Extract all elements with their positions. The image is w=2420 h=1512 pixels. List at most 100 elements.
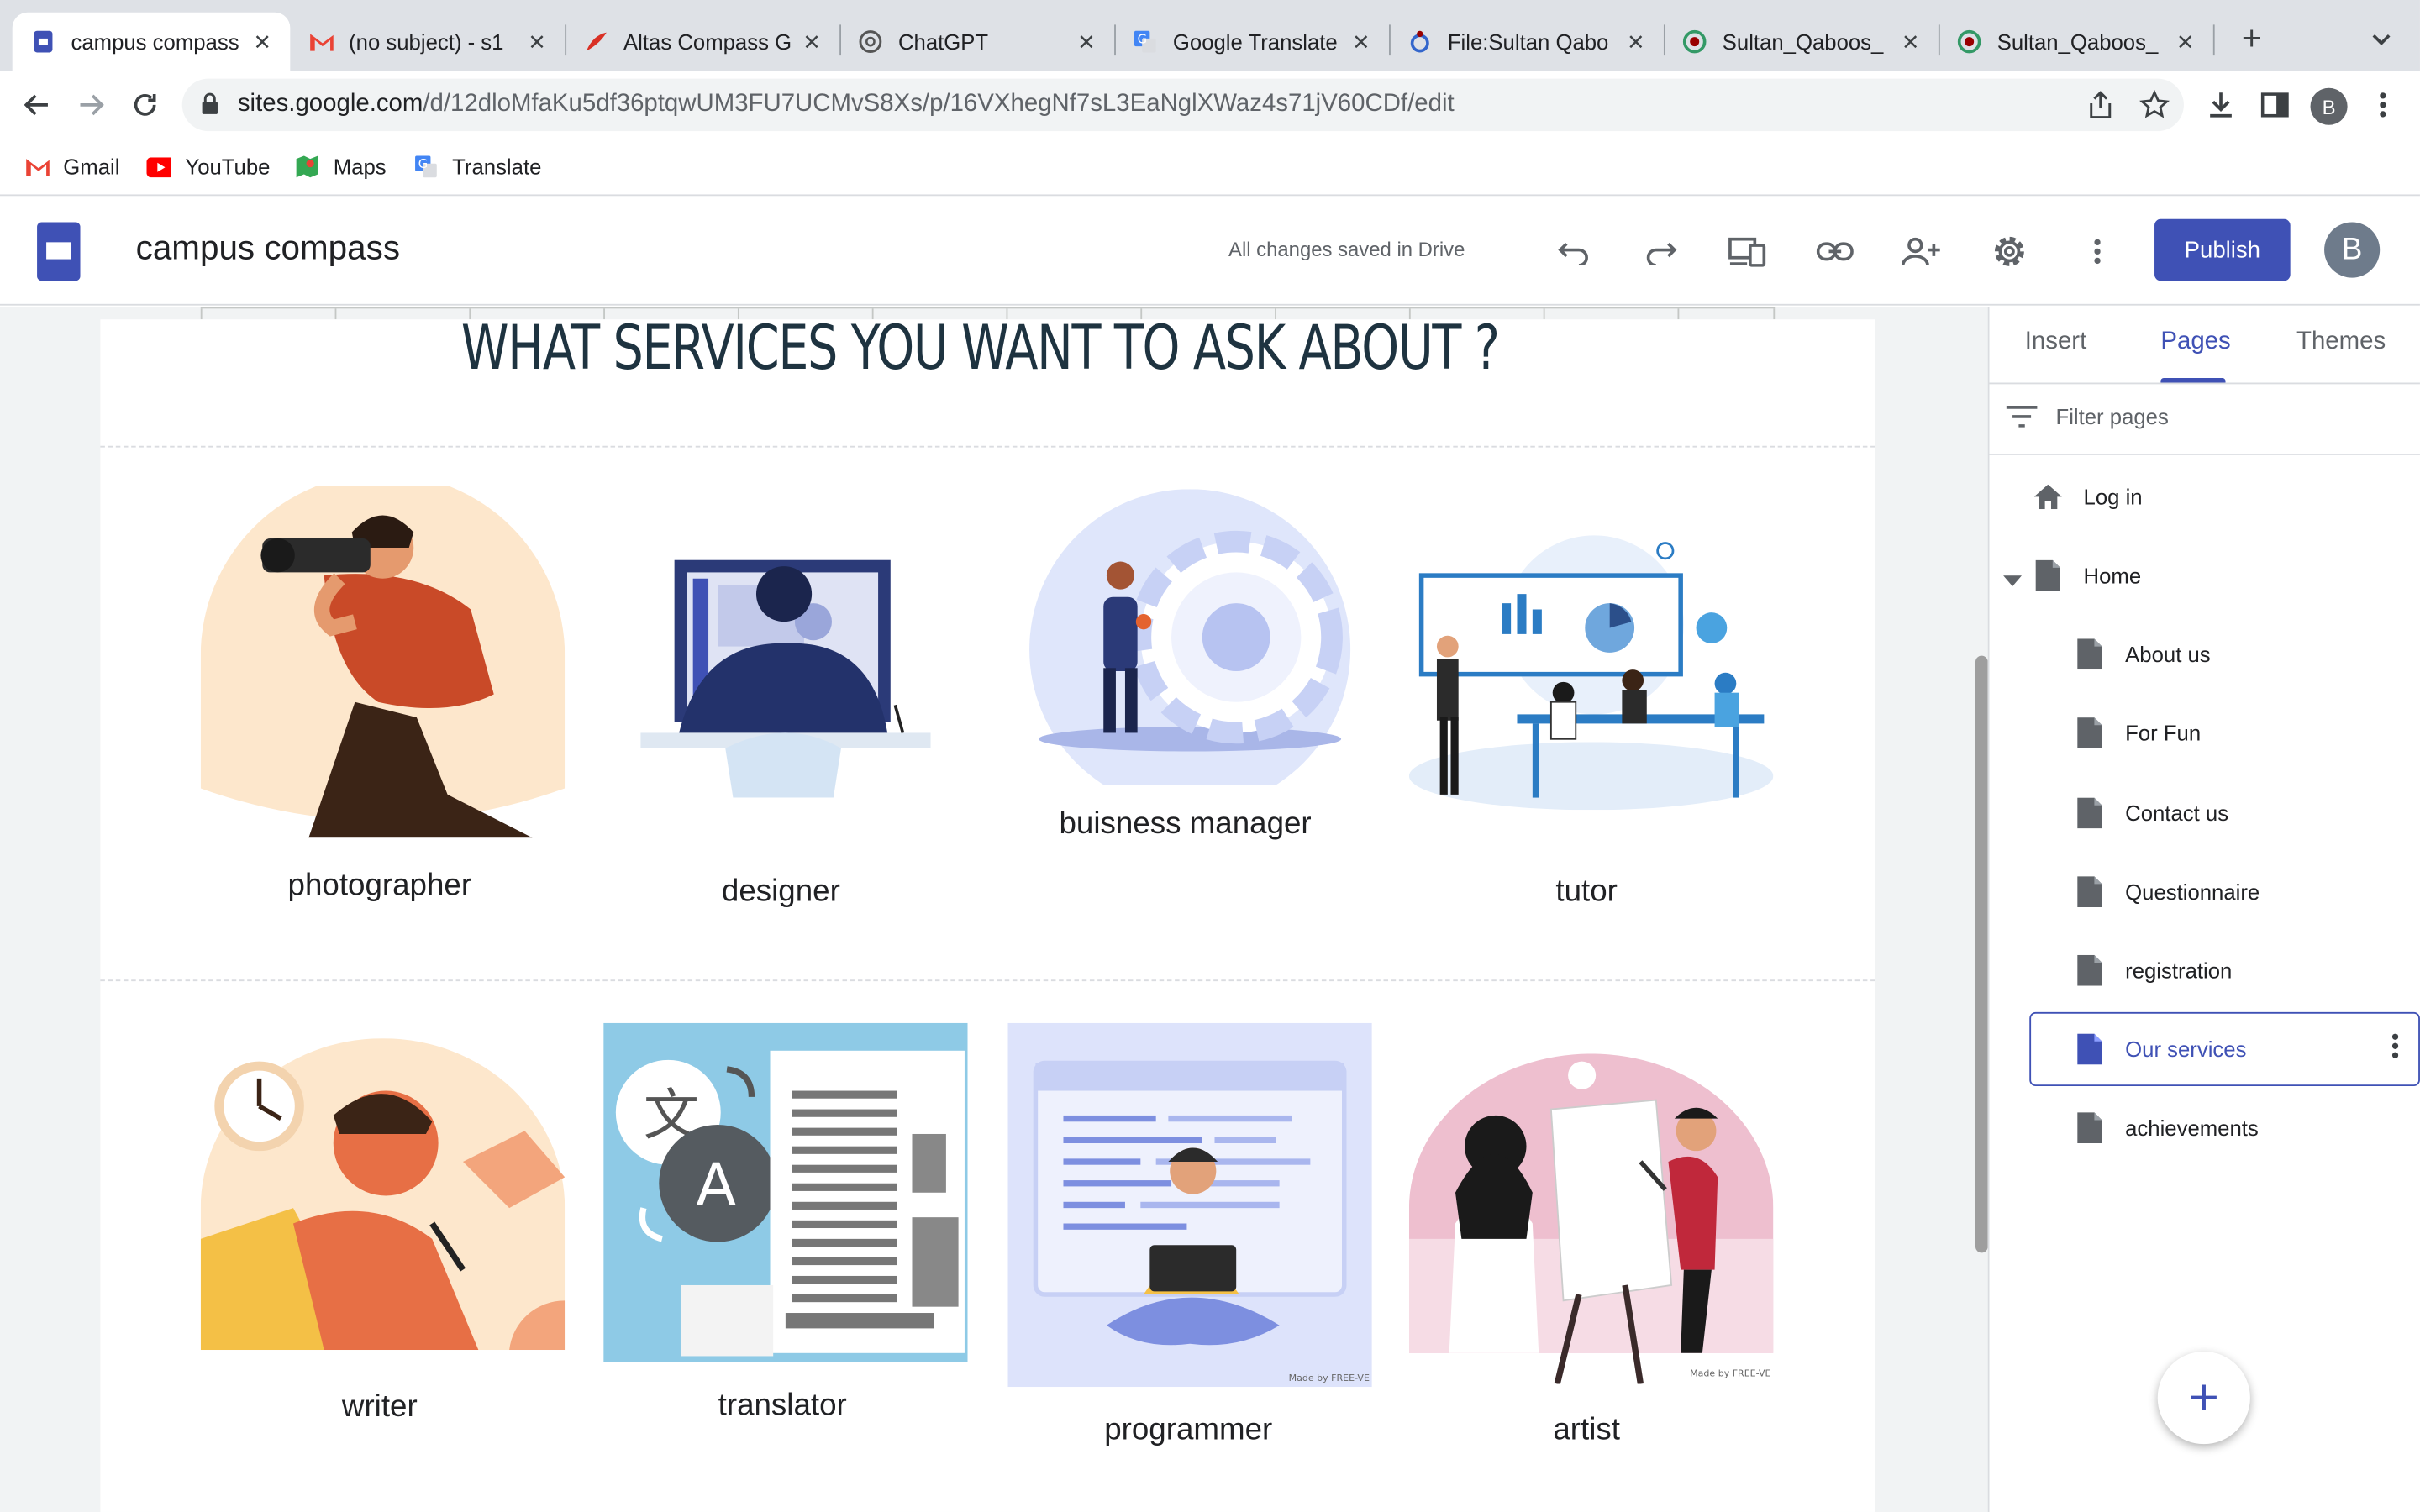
wikimedia-favicon-icon [1957,29,1981,54]
profile-avatar[interactable]: B [2310,87,2348,125]
tab-google-translate[interactable]: G Google Translate ✕ [1114,13,1389,71]
panel-divider [1989,382,2420,385]
page-doc-icon [2034,559,2062,591]
bookmark-youtube[interactable]: YouTube [146,155,270,179]
bookmark-label: Maps [333,154,387,180]
sites-editor-header: campus compass All changes saved in Driv… [0,197,2420,306]
page-item-registration[interactable]: registration [2075,954,2233,986]
writer-image[interactable] [200,1038,566,1351]
site-title[interactable]: campus compass [136,228,400,269]
bookmark-maps[interactable]: Maps [295,155,387,179]
bookmark-star-icon[interactable] [2138,88,2171,122]
preview-devices-icon[interactable] [1727,232,1767,272]
tab-campus-compass[interactable]: campus compass ✕ [12,12,291,71]
side-panel-icon[interactable] [2258,88,2291,122]
page-item-for-fun[interactable]: For Fun [2075,717,2201,748]
close-tab-icon[interactable]: ✕ [799,29,823,55]
page-item-label: registration [2125,958,2233,983]
settings-gear-icon[interactable] [1990,232,2030,272]
photographer-image[interactable] [200,486,566,838]
tab-search-chevron-icon[interactable] [2366,24,2397,55]
bookmark-gmail[interactable]: Gmail [24,155,119,179]
page-heading[interactable]: WHAT SERVICES YOU WANT TO ASK ABOUT ? [294,313,1666,384]
watermark-text: Made by FREE-VE [1690,1368,1770,1378]
tab-pages[interactable]: Pages [2160,328,2230,356]
close-tab-icon[interactable]: ✕ [1623,29,1648,55]
browser-toolbar: sites.google.com/d/12dloMfaKu5df36ptqwUM… [0,71,2420,139]
tab-chatgpt[interactable]: ChatGPT ✕ [839,13,1114,71]
service-label-programmer: programmer [1104,1413,1273,1447]
redo-icon[interactable] [1640,232,1681,272]
artist-image[interactable]: Made by FREE-VE [1408,1053,1774,1384]
reload-icon[interactable] [127,87,164,123]
tab-themes[interactable]: Themes [2296,328,2386,356]
close-tab-icon[interactable]: ✕ [1349,29,1373,55]
page-doc-icon [2075,797,2103,829]
page-item-contact-us[interactable]: Contact us [2075,797,2229,829]
download-icon[interactable] [2204,88,2238,122]
google-sites-logo-icon[interactable] [37,222,81,281]
add-page-button[interactable]: + [2157,1351,2250,1445]
publish-button[interactable]: Publish [2154,218,2291,281]
designer-image[interactable] [640,533,1004,798]
translate-icon: G [413,155,438,179]
new-tab-icon[interactable]: + [2233,21,2270,59]
close-tab-icon[interactable]: ✕ [524,29,549,55]
address-bar[interactable]: sites.google.com/d/12dloMfaKu5df36ptqwUM… [182,78,2184,132]
page-item-our-services[interactable]: Our services [2075,1033,2247,1065]
bookmark-label: Translate [452,154,542,180]
page-item-home[interactable]: Home [2034,559,2141,591]
close-tab-icon[interactable]: ✕ [1898,29,1923,55]
svg-text:G: G [1138,32,1147,46]
tab-insert[interactable]: Insert [2025,328,2086,356]
page-item-label: Contact us [2125,801,2229,826]
back-arrow-icon[interactable] [18,87,55,123]
svg-text:A: A [696,1151,736,1219]
tab-title: Sultan_Qaboos_ [1722,29,1884,55]
page-item-about-us[interactable]: About us [2075,638,2211,670]
page-more-options-icon[interactable] [2391,1033,2399,1069]
forward-arrow-icon[interactable] [72,87,109,123]
programmer-image[interactable]: Made by FREE-VE [1007,1022,1372,1388]
tab-separator [2212,24,2215,56]
page-item-questionnaire[interactable]: Questionnaire [2075,876,2260,907]
canvas-scrollbar[interactable] [1975,655,1988,1253]
link-icon[interactable] [1815,232,1855,272]
close-tab-icon[interactable]: ✕ [1074,29,1098,55]
url-host: sites.google.com [237,91,424,118]
tutor-image[interactable] [1408,533,1774,811]
plus-icon: + [2188,1368,2220,1427]
bookmark-translate[interactable]: G Translate [413,155,541,179]
gmail-icon [24,155,50,179]
close-tab-icon[interactable]: ✕ [2173,29,2197,55]
page-item-label: Log in [2083,484,2143,510]
page-item-label: achievements [2125,1115,2259,1141]
account-avatar[interactable]: B [2324,222,2381,278]
more-options-icon[interactable] [2077,232,2118,272]
undo-icon[interactable] [1555,232,1595,272]
tab-title: Sultan_Qaboos_ [1996,29,2159,55]
service-label-photographer: photographer [287,869,472,903]
tab-altas-compass[interactable]: Altas Compass G ✕ [565,13,839,71]
page-item-log-in[interactable]: Log in [2033,481,2143,512]
page-item-label: Our services [2125,1037,2247,1062]
page-item-achievements[interactable]: achievements [2075,1112,2259,1143]
share-add-person-icon[interactable] [1901,232,1942,272]
tab-gmail[interactable]: (no subject) - s1 ✕ [290,13,565,71]
browser-menu-icon[interactable] [2366,88,2400,122]
translator-image[interactable]: 文 A [603,1022,968,1362]
page-doc-icon [2075,1112,2103,1143]
tab-sultan-qaboos-2[interactable]: Sultan_Qaboos_ ✕ [1939,13,2213,71]
close-tab-icon[interactable]: ✕ [250,29,275,55]
business-manager-image[interactable] [1007,489,1371,785]
expand-chevron-icon[interactable] [2003,568,2023,596]
tab-file-sultan-qaboos[interactable]: File:Sultan Qabo ✕ [1389,13,1664,71]
wikimedia-favicon-icon [1682,29,1707,54]
url-text: sites.google.com/d/12dloMfaKu5df36ptqwUM… [238,91,1455,118]
watermark-text: Made by FREE-VE [1289,1373,1370,1383]
filter-pages-input[interactable]: Filter pages [2006,404,2169,429]
share-icon[interactable] [2084,88,2118,122]
bookmarks-bar: Gmail YouTube Maps G Translate [0,139,2420,197]
tab-sultan-qaboos-1[interactable]: Sultan_Qaboos_ ✕ [1664,13,1939,71]
youtube-icon [146,155,171,179]
